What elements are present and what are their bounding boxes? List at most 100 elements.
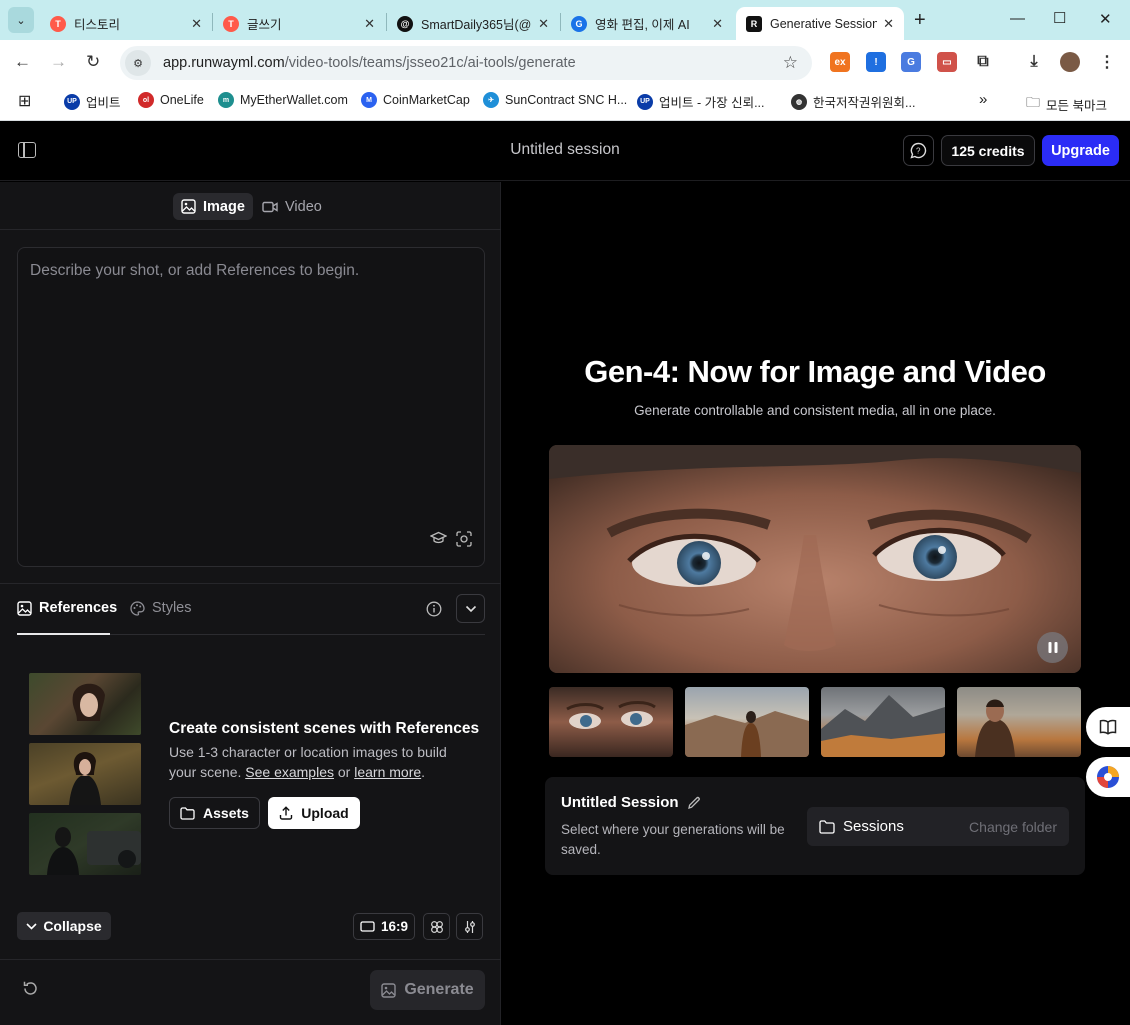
bookmark-label: 업비트 - 가장 신뢰... — [659, 96, 765, 110]
omnibox[interactable]: ⚙ app.runwayml.com/video-tools/teams/jss… — [120, 46, 812, 80]
references-heading: Create consistent scenes with References — [169, 720, 480, 737]
collapse-button[interactable]: Collapse — [17, 912, 111, 940]
download-icon[interactable]: ⤓ — [1024, 52, 1044, 72]
browser-tab[interactable]: T 티스토리 ✕ — [40, 7, 212, 40]
close-tab-icon[interactable]: ✕ — [364, 16, 375, 32]
browser-tab[interactable]: @ SmartDaily365님(@ ✕ — [387, 7, 559, 40]
tab-references[interactable]: References — [17, 600, 117, 616]
close-tab-icon[interactable]: ✕ — [538, 16, 549, 32]
scan-image-icon[interactable] — [456, 531, 472, 552]
tab-image[interactable]: Image — [173, 193, 253, 220]
session-title[interactable]: Untitled session — [460, 141, 670, 159]
change-folder-link[interactable]: Change folder — [969, 819, 1057, 835]
browser-tab[interactable]: G 영화 편집, 이제 AI ✕ — [561, 7, 733, 40]
expand-references-button[interactable] — [456, 594, 485, 623]
close-tab-icon[interactable]: ✕ — [191, 16, 202, 32]
learn-more-link[interactable]: learn more — [354, 764, 421, 780]
aspect-ratio-button[interactable]: 16:9 — [353, 913, 415, 940]
feedback-button[interactable]: ? — [903, 135, 934, 166]
upgrade-button[interactable]: Upgrade — [1042, 135, 1119, 166]
profile-avatar[interactable] — [1060, 52, 1080, 72]
tab-styles[interactable]: Styles — [130, 600, 192, 616]
variations-button[interactable] — [423, 913, 450, 940]
back-icon[interactable]: ← — [14, 52, 31, 72]
reference-example-image — [29, 673, 141, 735]
browser-tab-active[interactable]: R Generative Session ✕ — [736, 7, 904, 40]
bookmark-item[interactable]: M CoinMarketCap — [361, 92, 470, 108]
bookmark-item[interactable]: m MyEtherWallet.com — [218, 92, 348, 108]
session-card-description: Select where your generations will be sa… — [561, 822, 785, 857]
browser-menu-icon[interactable]: ⋮ — [1097, 52, 1117, 72]
extensions-puzzle-icon[interactable]: ⧉ — [973, 52, 993, 72]
folder-name: Sessions — [843, 818, 904, 835]
translate-extension-icon[interactable]: G — [901, 52, 921, 72]
url-path: /video-tools/teams/jsseo21c/ai-tools/gen… — [284, 55, 576, 71]
ex-extension-icon[interactable]: ex — [830, 52, 850, 72]
reference-example-image — [29, 743, 141, 805]
bookmark-item[interactable]: UP 업비트 — [64, 92, 121, 111]
reset-icon[interactable] — [22, 980, 39, 1002]
showcase-video[interactable] — [549, 445, 1081, 673]
close-tab-icon[interactable]: ✕ — [883, 16, 894, 32]
sidebar-toggle-icon[interactable] — [18, 142, 36, 158]
folder-icon: 🗀 — [1026, 94, 1040, 110]
video-icon — [262, 201, 278, 212]
generate-label: Generate — [404, 981, 474, 998]
tab-video[interactable]: Video — [254, 193, 330, 220]
tab-video-label: Video — [285, 198, 322, 215]
reference-example-image — [29, 813, 141, 875]
more-bookmarks-icon[interactable]: » — [979, 91, 987, 108]
url-text: app.runwayml.com/video-tools/teams/jsseo… — [163, 55, 576, 71]
palette-icon — [130, 600, 145, 616]
section-divider — [0, 583, 501, 584]
showcase-thumbnail[interactable] — [957, 687, 1081, 757]
tab-image-label: Image — [203, 198, 245, 215]
showcase-thumbnail[interactable] — [549, 687, 673, 757]
minimize-icon[interactable]: — — [1010, 10, 1025, 27]
bookmark-item[interactable]: ◍ 한국저작권위원회... — [791, 92, 915, 111]
aspect-ratio-label: 16:9 — [380, 919, 409, 934]
folder-icon — [819, 819, 835, 834]
tab-title: Generative Session — [770, 16, 878, 31]
assets-button[interactable]: Assets — [169, 797, 260, 829]
extension-float-button[interactable] — [1086, 757, 1130, 797]
url-domain: app.runwayml.com — [163, 55, 285, 71]
showcase-thumbnail[interactable] — [821, 687, 945, 757]
showcase-thumbnail[interactable] — [685, 687, 809, 757]
reload-icon[interactable]: ↻ — [86, 52, 100, 72]
upload-button[interactable]: Upload — [268, 797, 360, 829]
see-examples-link[interactable]: See examples — [245, 764, 334, 780]
graduation-cap-icon[interactable] — [429, 531, 448, 550]
bookmark-item[interactable]: ✈ SunContract SNC H... — [483, 92, 627, 108]
close-window-icon[interactable]: ✕ — [1099, 10, 1112, 28]
shield-extension-icon[interactable]: ! — [866, 52, 886, 72]
bookmark-star-icon[interactable]: ☆ — [783, 53, 798, 73]
bookmark-item[interactable]: ol OneLife — [138, 92, 204, 108]
all-bookmarks-folder[interactable]: 🗀 모든 북마크 — [1026, 92, 1107, 116]
docs-float-button[interactable] — [1086, 707, 1130, 747]
cast-extension-icon[interactable]: ▭ — [937, 52, 957, 72]
tab-references-label: References — [39, 600, 118, 616]
upbit-icon: UP — [64, 93, 80, 110]
suncontract-icon: ✈ — [483, 92, 499, 108]
site-settings-icon[interactable]: ⚙ — [125, 50, 151, 76]
apps-grid-icon[interactable]: ⊞ — [18, 91, 31, 111]
info-icon[interactable] — [426, 601, 442, 622]
bookmark-item[interactable]: UP 업비트 - 가장 신뢰... — [637, 92, 765, 111]
tab-search-button[interactable]: ⌄ — [8, 7, 34, 33]
maximize-icon[interactable]: ☐ — [1053, 9, 1066, 27]
pencil-edit-icon[interactable] — [687, 796, 701, 810]
new-tab-icon[interactable]: + — [914, 9, 926, 32]
tab-title: 영화 편집, 이제 AI — [595, 18, 690, 32]
globe-icon: ◍ — [791, 93, 807, 110]
prompt-input[interactable] — [18, 248, 484, 566]
runway-app: Untitled session ? 125 credits Upgrade I… — [0, 121, 1130, 1025]
close-tab-icon[interactable]: ✕ — [712, 16, 723, 32]
settings-sliders-button[interactable] — [456, 913, 483, 940]
generate-button[interactable]: Generate — [370, 970, 485, 1010]
folder-select[interactable]: Sessions Change folder — [807, 807, 1069, 846]
forward-icon[interactable]: → — [50, 52, 67, 72]
credits-button[interactable]: 125 credits — [941, 135, 1035, 166]
pause-button[interactable] — [1037, 632, 1068, 663]
browser-tab[interactable]: T 글쓰기 ✕ — [213, 7, 385, 40]
